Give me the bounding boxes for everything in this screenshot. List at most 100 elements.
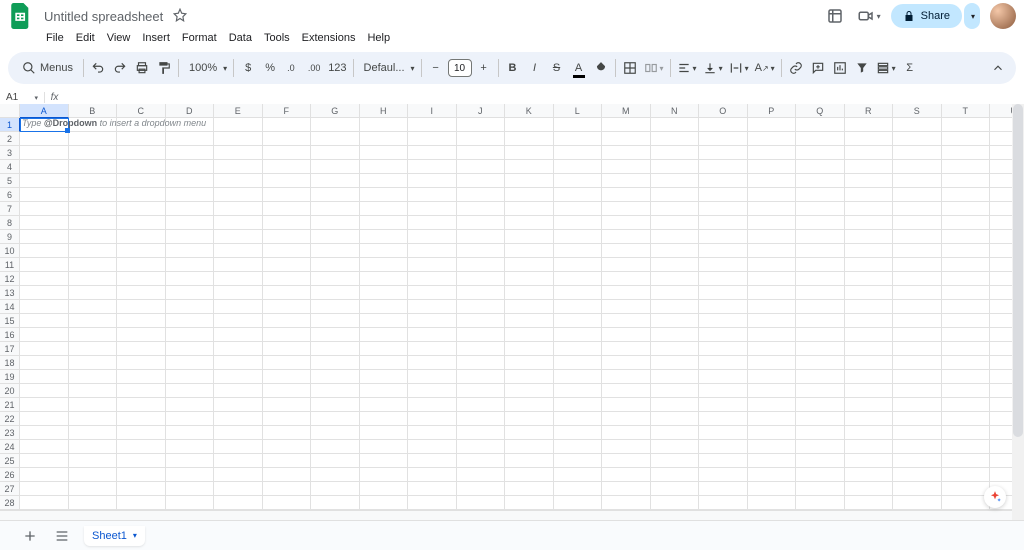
cell[interactable] <box>554 118 603 132</box>
row-header[interactable]: 26 <box>0 468 20 482</box>
cell[interactable] <box>505 328 554 342</box>
cell[interactable] <box>602 356 651 370</box>
cell[interactable] <box>360 132 409 146</box>
cell[interactable] <box>505 384 554 398</box>
cell[interactable] <box>166 146 215 160</box>
cell[interactable] <box>942 370 991 384</box>
cell[interactable] <box>505 496 554 510</box>
cell[interactable] <box>699 426 748 440</box>
cell[interactable] <box>457 398 506 412</box>
cell[interactable] <box>214 286 263 300</box>
cell[interactable] <box>263 342 312 356</box>
column-header[interactable]: S <box>893 104 942 118</box>
cell[interactable] <box>117 314 166 328</box>
cell[interactable] <box>699 174 748 188</box>
cell[interactable] <box>845 384 894 398</box>
text-rotation-button[interactable]: A↗▾ <box>753 56 777 80</box>
cell[interactable] <box>214 454 263 468</box>
cell[interactable] <box>408 174 457 188</box>
cell[interactable] <box>893 496 942 510</box>
add-sheet-button[interactable] <box>20 526 40 546</box>
row-header[interactable]: 11 <box>0 258 20 272</box>
cell[interactable] <box>602 328 651 342</box>
cell[interactable] <box>457 146 506 160</box>
cell[interactable] <box>845 118 894 132</box>
cell[interactable] <box>942 496 991 510</box>
cell[interactable] <box>796 412 845 426</box>
cell[interactable] <box>408 258 457 272</box>
cell[interactable] <box>796 202 845 216</box>
cell[interactable] <box>554 328 603 342</box>
cell[interactable] <box>214 356 263 370</box>
cell[interactable] <box>748 426 797 440</box>
cell[interactable] <box>117 188 166 202</box>
vertical-align-button[interactable]: ▾ <box>701 56 725 80</box>
cell[interactable] <box>699 118 748 132</box>
cell[interactable] <box>651 174 700 188</box>
cell[interactable] <box>311 412 360 426</box>
document-title[interactable]: Untitled spreadsheet <box>40 7 167 26</box>
cell[interactable] <box>845 230 894 244</box>
cell[interactable] <box>699 384 748 398</box>
cell[interactable] <box>651 188 700 202</box>
cell[interactable] <box>796 118 845 132</box>
cell[interactable] <box>554 482 603 496</box>
cell[interactable] <box>117 426 166 440</box>
cell[interactable] <box>651 258 700 272</box>
cell[interactable] <box>699 454 748 468</box>
cell[interactable] <box>408 146 457 160</box>
cell[interactable] <box>893 146 942 160</box>
cell[interactable] <box>69 202 118 216</box>
cell[interactable] <box>311 216 360 230</box>
cell[interactable] <box>408 216 457 230</box>
cell[interactable] <box>748 244 797 258</box>
strikethrough-button[interactable]: S <box>547 56 567 80</box>
cell[interactable] <box>311 398 360 412</box>
cell[interactable] <box>505 202 554 216</box>
cell[interactable] <box>505 314 554 328</box>
cell[interactable] <box>263 272 312 286</box>
cell[interactable] <box>311 300 360 314</box>
cell[interactable] <box>263 440 312 454</box>
row-header[interactable]: 2 <box>0 132 20 146</box>
share-dropdown[interactable]: ▾ <box>964 3 980 29</box>
cell[interactable] <box>796 384 845 398</box>
cell[interactable] <box>796 468 845 482</box>
cell[interactable] <box>20 188 69 202</box>
cell[interactable] <box>554 356 603 370</box>
cell[interactable] <box>360 216 409 230</box>
cell[interactable] <box>942 482 991 496</box>
cell[interactable] <box>554 384 603 398</box>
cell[interactable] <box>602 384 651 398</box>
undo-button[interactable] <box>88 56 108 80</box>
cell[interactable] <box>166 426 215 440</box>
cell[interactable] <box>942 216 991 230</box>
cell[interactable] <box>845 300 894 314</box>
cell[interactable] <box>408 426 457 440</box>
row-header[interactable]: 1 <box>0 118 20 132</box>
cell[interactable] <box>69 370 118 384</box>
cell[interactable] <box>505 370 554 384</box>
cell[interactable] <box>263 146 312 160</box>
cell[interactable] <box>796 132 845 146</box>
cell[interactable] <box>554 440 603 454</box>
cell[interactable] <box>214 314 263 328</box>
cell[interactable] <box>263 244 312 258</box>
cell[interactable] <box>505 454 554 468</box>
bold-button[interactable]: B <box>503 56 523 80</box>
cell[interactable] <box>166 328 215 342</box>
row-header[interactable]: 22 <box>0 412 20 426</box>
cell[interactable] <box>893 132 942 146</box>
cell[interactable] <box>263 314 312 328</box>
meet-icon[interactable]: ▾ <box>857 4 881 28</box>
cell[interactable] <box>408 272 457 286</box>
cell[interactable] <box>408 286 457 300</box>
cell[interactable] <box>699 286 748 300</box>
cell[interactable] <box>748 118 797 132</box>
cell[interactable] <box>311 160 360 174</box>
cell[interactable] <box>214 482 263 496</box>
cell[interactable] <box>845 440 894 454</box>
cell[interactable] <box>69 468 118 482</box>
cell[interactable] <box>651 286 700 300</box>
cell[interactable] <box>117 272 166 286</box>
